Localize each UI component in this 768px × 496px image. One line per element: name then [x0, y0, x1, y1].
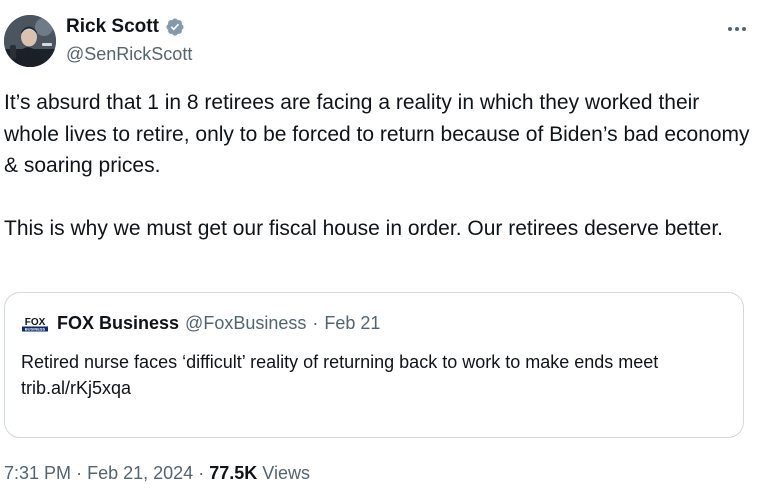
tweet-card: Rick Scott @SenRickScott It’s absurd tha… [0, 0, 768, 496]
fox-logo-subtext: BUSINESS [25, 326, 46, 331]
tweet-time[interactable]: 7:31 PM [4, 463, 71, 483]
more-horizontal-icon [728, 27, 746, 31]
tweet-paragraph-2: This is why we must get our fiscal house… [4, 216, 723, 240]
quoted-separator: · [312, 313, 319, 333]
quoted-link[interactable]: trib.al/rKj5xqa [21, 375, 721, 401]
author-handle[interactable]: @SenRickScott [66, 44, 192, 65]
quoted-headline: Retired nurse faces ‘difficult’ reality … [21, 352, 659, 372]
quoted-tweet-text: Retired nurse faces ‘difficult’ reality … [21, 349, 721, 401]
fox-business-logo-icon: FOX BUSINESS [22, 317, 48, 331]
avatar[interactable] [4, 15, 56, 67]
views-count: 77.5K [209, 463, 258, 483]
author-display-name[interactable]: Rick Scott [66, 16, 159, 38]
tweet-text: It’s absurd that 1 in 8 retirees are fac… [4, 87, 759, 244]
quoted-tweet-header: FOX BUSINESS FOX Business @FoxBusiness ·… [21, 313, 380, 334]
quoted-handle[interactable]: @FoxBusiness [185, 313, 306, 334]
footer-separator-1: · [76, 463, 83, 483]
footer-separator-2: · [198, 463, 205, 483]
author-name-row: Rick Scott [66, 16, 185, 38]
quoted-tweet-card[interactable]: FOX BUSINESS FOX Business @FoxBusiness ·… [4, 292, 744, 438]
tweet-paragraph-1: It’s absurd that 1 in 8 retirees are fac… [4, 91, 750, 177]
tweet-date[interactable]: Feb 21, 2024 [87, 463, 193, 483]
more-options-button[interactable] [724, 16, 750, 42]
avatar-photo-icon [4, 15, 56, 67]
quoted-date[interactable]: Feb 21 [324, 313, 380, 334]
tweet-metadata: 7:31 PM · Feb 21, 2024 · 77.5K Views [4, 463, 310, 484]
views-label: Views [262, 463, 310, 483]
quoted-display-name[interactable]: FOX Business [57, 313, 179, 334]
verified-badge-icon[interactable] [165, 17, 185, 37]
